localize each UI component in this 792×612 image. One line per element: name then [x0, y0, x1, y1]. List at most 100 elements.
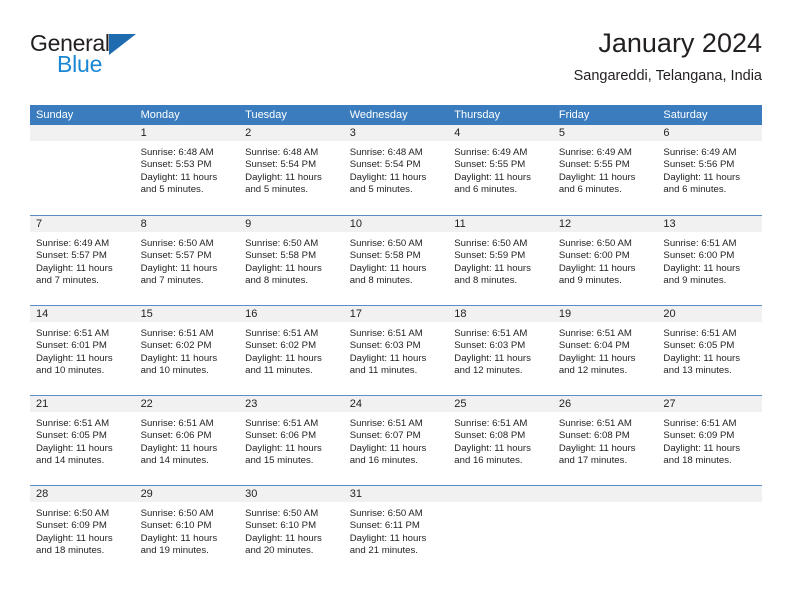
day-cell[interactable]: 18 Sunrise: 6:51 AM Sunset: 6:03 PM Dayligh… — [448, 306, 553, 395]
day-number: 31 — [349, 488, 362, 500]
daylight-text-line1: Daylight: 11 hours — [558, 352, 636, 364]
day-cell[interactable]: 17 Sunrise: 6:51 AM Sunset: 6:03 PM Dayligh… — [343, 306, 449, 395]
day-cell[interactable]: 28 Sunrise: 6:50 AM Sunset: 6:09 PM Dayligh… — [30, 486, 135, 575]
day-number: 11 — [454, 218, 466, 230]
day-number: 9 — [245, 218, 252, 230]
day-cell[interactable]: 10 Sunrise: 6:50 AM Sunset: 5:58 PM Dayligh… — [343, 216, 449, 305]
daylight-text-line1: Daylight: 11 hours — [140, 352, 218, 364]
sunrise-text: Sunrise: 6:51 AM — [245, 418, 319, 429]
daylight-text-line1: Daylight: 11 hours — [349, 442, 427, 454]
day-details: Sunrise: 6:51 AM Sunset: 6:04 PM Daylight:… — [553, 322, 658, 377]
day-number-band: 4 — [448, 125, 553, 141]
general-blue-logo[interactable]: General Blue — [30, 28, 150, 76]
sunrise-text: Sunrise: 6:49 AM — [36, 238, 110, 249]
sunset-text: Sunset: 5:59 PM — [454, 250, 526, 262]
day-number: 22 — [140, 398, 153, 410]
day-number-band: 29 — [134, 486, 240, 502]
day-number: 12 — [558, 218, 572, 230]
day-cell[interactable]: 12 Sunrise: 6:50 AM Sunset: 6:00 PM Dayligh… — [552, 216, 658, 305]
day-cell[interactable]: 15 Sunrise: 6:51 AM Sunset: 6:02 PM Dayligh… — [134, 306, 240, 395]
day-details: Sunrise: 6:49 AM Sunset: 5:55 PM Daylight:… — [553, 141, 658, 196]
day-number: 14 — [36, 308, 49, 320]
day-number-band: 3 — [343, 125, 449, 141]
day-details: Sunrise: 6:51 AM Sunset: 6:07 PM Daylight:… — [344, 412, 449, 467]
daylight-text-line1: Daylight: 11 hours — [140, 171, 218, 183]
day-cell[interactable]: 22 Sunrise: 6:51 AM Sunset: 6:06 PM Dayligh… — [134, 396, 240, 485]
weekday-header-thursday: Thursday — [454, 109, 501, 121]
day-cell[interactable]: 26 Sunrise: 6:51 AM Sunset: 6:08 PM Dayligh… — [552, 396, 658, 485]
daylight-text-line2: and 8 minutes. — [349, 274, 413, 286]
day-cell[interactable]: 27 Sunrise: 6:51 AM Sunset: 6:09 PM Dayligh… — [657, 396, 762, 485]
day-number-band — [552, 486, 658, 502]
sunrise-text: Sunrise: 6:51 AM — [663, 238, 737, 249]
day-cell[interactable]: 24 Sunrise: 6:51 AM Sunset: 6:07 PM Dayligh… — [343, 396, 449, 485]
day-details: Sunrise: 6:50 AM Sunset: 6:10 PM Daylight:… — [239, 502, 344, 557]
day-cell[interactable]: 7 Sunrise: 6:49 AM Sunset: 5:57 PM Daylight… — [30, 216, 135, 305]
daylight-text-line2: and 20 minutes. — [245, 544, 314, 556]
day-cell[interactable]: 16 Sunrise: 6:51 AM Sunset: 6:02 PM Dayligh… — [239, 306, 344, 395]
sunrise-text: Sunrise: 6:51 AM — [454, 328, 528, 339]
sunrise-text: Sunrise: 6:48 AM — [140, 147, 214, 158]
day-cell[interactable]: 14 Sunrise: 6:51 AM Sunset: 6:01 PM Dayligh… — [30, 306, 135, 395]
week-row: 21 Sunrise: 6:51 AM Sunset: 6:05 PM Dayligh… — [30, 395, 762, 485]
sunrise-text: Sunrise: 6:51 AM — [558, 328, 632, 339]
day-cell[interactable]: 21 Sunrise: 6:51 AM Sunset: 6:05 PM Dayligh… — [30, 396, 135, 485]
day-number-band: 22 — [134, 396, 240, 412]
day-details: Sunrise: 6:51 AM Sunset: 6:06 PM Daylight:… — [239, 412, 344, 467]
day-number-band: 30 — [239, 486, 344, 502]
day-details: Sunrise: 6:48 AM Sunset: 5:53 PM Daylight:… — [135, 141, 240, 196]
sunrise-text: Sunrise: 6:50 AM — [245, 508, 319, 519]
daylight-text-line1: Daylight: 11 hours — [349, 352, 427, 364]
week-row: 1 Sunrise: 6:48 AM Sunset: 5:53 PM Daylight… — [30, 125, 762, 215]
day-cell-empty — [552, 486, 658, 575]
day-cell[interactable]: 31 Sunrise: 6:50 AM Sunset: 6:11 PM Dayligh… — [343, 486, 449, 575]
day-cell[interactable]: 19 Sunrise: 6:51 AM Sunset: 6:04 PM Dayligh… — [552, 306, 658, 395]
daylight-text-line2: and 17 minutes. — [558, 454, 628, 466]
day-cell[interactable]: 13 Sunrise: 6:51 AM Sunset: 6:00 PM Dayligh… — [657, 216, 762, 305]
daylight-text-line1: Daylight: 11 hours — [663, 262, 741, 274]
week-row: 28 Sunrise: 6:50 AM Sunset: 6:09 PM Dayligh… — [30, 485, 762, 575]
day-details: Sunrise: 6:51 AM Sunset: 6:05 PM Daylight:… — [657, 322, 762, 377]
triangle-icon — [108, 34, 136, 55]
day-cell[interactable]: 20 Sunrise: 6:51 AM Sunset: 6:05 PM Dayligh… — [657, 306, 762, 395]
day-cell[interactable]: 4 Sunrise: 6:49 AM Sunset: 5:55 PM Daylight… — [448, 125, 553, 215]
daylight-text-line2: and 12 minutes. — [558, 364, 628, 376]
day-cell[interactable]: 3 Sunrise: 6:48 AM Sunset: 5:54 PM Daylight… — [343, 125, 449, 215]
day-number: 26 — [558, 398, 572, 410]
daylight-text-line1: Daylight: 11 hours — [36, 262, 113, 274]
day-details: Sunrise: 6:48 AM Sunset: 5:54 PM Daylight:… — [239, 141, 344, 196]
day-cell[interactable]: 25 Sunrise: 6:51 AM Sunset: 6:08 PM Dayligh… — [448, 396, 553, 485]
day-details: Sunrise: 6:51 AM Sunset: 6:03 PM Daylight:… — [448, 322, 553, 377]
sunrise-text: Sunrise: 6:50 AM — [349, 508, 423, 519]
day-number: 3 — [349, 127, 356, 139]
day-number: 24 — [349, 398, 362, 410]
daylight-text-line2: and 6 minutes. — [663, 183, 727, 195]
day-cell[interactable]: 9 Sunrise: 6:50 AM Sunset: 5:58 PM Daylight… — [239, 216, 344, 305]
day-cell[interactable]: 8 Sunrise: 6:50 AM Sunset: 5:57 PM Daylight… — [134, 216, 240, 305]
calendar-grid: Sunday Monday Tuesday Wednesday Thursday Frid… — [30, 105, 762, 575]
day-cell[interactable]: 5 Sunrise: 6:49 AM Sunset: 5:55 PM Daylight… — [552, 125, 658, 215]
daylight-text-line1: Daylight: 11 hours — [558, 442, 636, 454]
daylight-text-line1: Daylight: 11 hours — [245, 532, 322, 544]
day-number: 2 — [245, 127, 252, 139]
daylight-text-line1: Daylight: 11 hours — [454, 442, 531, 454]
daylight-text-line2: and 10 minutes. — [140, 364, 209, 376]
day-number: 17 — [349, 308, 362, 320]
day-cell[interactable]: 1 Sunrise: 6:48 AM Sunset: 5:53 PM Daylight… — [134, 125, 240, 215]
weekday-header-saturday: Saturday — [663, 109, 708, 121]
day-number: 8 — [140, 218, 147, 230]
day-cell[interactable]: 2 Sunrise: 6:48 AM Sunset: 5:54 PM Daylight… — [239, 125, 344, 215]
day-cell[interactable]: 29 Sunrise: 6:50 AM Sunset: 6:10 PM Dayligh… — [134, 486, 240, 575]
daylight-text-line1: Daylight: 11 hours — [558, 171, 636, 183]
day-cell[interactable]: 30 Sunrise: 6:50 AM Sunset: 6:10 PM Dayligh… — [239, 486, 344, 575]
day-cell[interactable]: 23 Sunrise: 6:51 AM Sunset: 6:06 PM Dayligh… — [239, 396, 344, 485]
day-cell-empty — [30, 125, 135, 215]
day-cell[interactable]: 11 Sunrise: 6:50 AM Sunset: 5:59 PM Dayligh… — [448, 216, 553, 305]
weekday-header-tuesday: Tuesday — [245, 109, 287, 121]
daylight-text-line2: and 13 minutes. — [663, 364, 732, 376]
day-cell[interactable]: 6 Sunrise: 6:49 AM Sunset: 5:56 PM Daylight… — [657, 125, 762, 215]
week-row: 7 Sunrise: 6:49 AM Sunset: 5:57 PM Daylight… — [30, 215, 762, 305]
sunrise-text: Sunrise: 6:51 AM — [663, 418, 737, 429]
daylight-text-line1: Daylight: 11 hours — [36, 532, 113, 544]
day-details: Sunrise: 6:49 AM Sunset: 5:56 PM Daylight:… — [657, 141, 762, 196]
